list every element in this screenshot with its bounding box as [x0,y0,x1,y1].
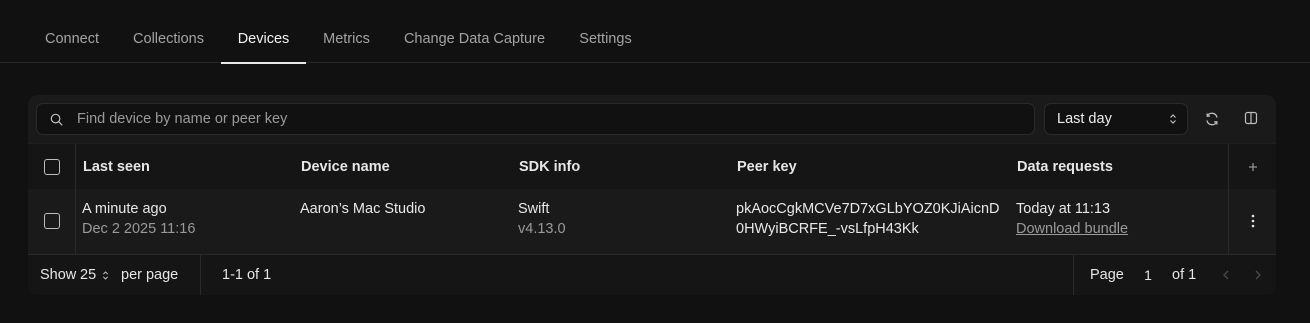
page-label: Page [1090,267,1124,283]
device-search-input[interactable] [77,104,1027,134]
tab-devices[interactable]: Devices [221,0,306,64]
column-divider [75,189,76,255]
last-seen-date: Dec 2 2025 11:16 [82,221,196,237]
last-seen-text: A minute ago [82,201,167,217]
tab-settings[interactable]: Settings [562,0,649,63]
search-box [36,103,1035,135]
sdk-version-text: v4.13.0 [518,221,566,237]
columns-toggle-button[interactable] [1244,111,1260,127]
refresh-button[interactable] [1204,111,1220,127]
column-divider [75,144,76,190]
tab-change-data-capture[interactable]: Change Data Capture [387,0,562,63]
peer-key-line-1: pkAocCgkMCVe7D7xGLbYOZ0KJiAicnD [736,201,1000,217]
page-count-text: of 1 [1172,267,1197,283]
device-name-text: Aaron’s Mac Studio [300,201,426,217]
footer-divider [200,255,201,295]
time-range-value: Last day [1057,111,1112,127]
row-checkbox[interactable] [44,213,60,229]
select-all-checkbox[interactable] [44,159,60,175]
chevron-left-icon[interactable] [1223,270,1229,280]
column-header-peer-key[interactable]: Peer key [737,144,797,190]
data-request-time: Today at 11:13 [1016,201,1111,217]
footer-divider [1073,255,1074,295]
results-range-text: 1-1 of 1 [222,267,272,283]
refresh-icon [1206,112,1218,126]
columns-icon [1244,111,1258,125]
search-icon [50,113,63,126]
column-divider [1228,144,1229,190]
column-header-sdk-info[interactable]: SDK info [519,144,580,190]
per-page-label: per page [121,267,179,283]
tab-collections[interactable]: Collections [116,0,221,63]
time-range-select[interactable]: Last day [1044,103,1188,135]
table-row[interactable]: A minute ago Dec 2 2025 11:16 Aaron’s Ma… [28,189,1276,255]
page-size-value: 25 [80,267,97,283]
more-vertical-icon[interactable] [1250,213,1256,229]
tab-metrics[interactable]: Metrics [306,0,387,63]
chevron-right-icon[interactable] [1255,270,1261,280]
tab-connect[interactable]: Connect [28,0,116,63]
page-size-select[interactable]: 25 [80,255,109,295]
column-header-device-name[interactable]: Device name [301,144,390,190]
top-tab-bar: Connect Collections Devices Metrics Chan… [0,0,1310,64]
updown-chevron-icon [103,270,109,280]
show-label: Show [40,267,77,283]
page-number-input[interactable]: 1 [1134,263,1162,287]
column-header-last-seen[interactable]: Last seen [83,144,150,190]
devices-table-panel: Last day Last seen Device name SDK info … [28,95,1276,295]
download-bundle-link[interactable]: Download bundle [1016,219,1128,239]
column-divider [1228,189,1229,255]
updown-chevron-icon [1170,114,1176,124]
table-footer: Show 25 per page 1-1 of 1 Page 1 of 1 [28,255,1276,295]
plus-icon[interactable] [1248,162,1258,172]
sdk-name-text: Swift [518,201,550,217]
peer-key-line-2: 0HWyiBCRFE_-vsLfpH43Kk [736,221,919,237]
column-header-data-requests[interactable]: Data requests [1017,144,1113,190]
table-header: Last seen Device name SDK info Peer key … [28,143,1276,190]
